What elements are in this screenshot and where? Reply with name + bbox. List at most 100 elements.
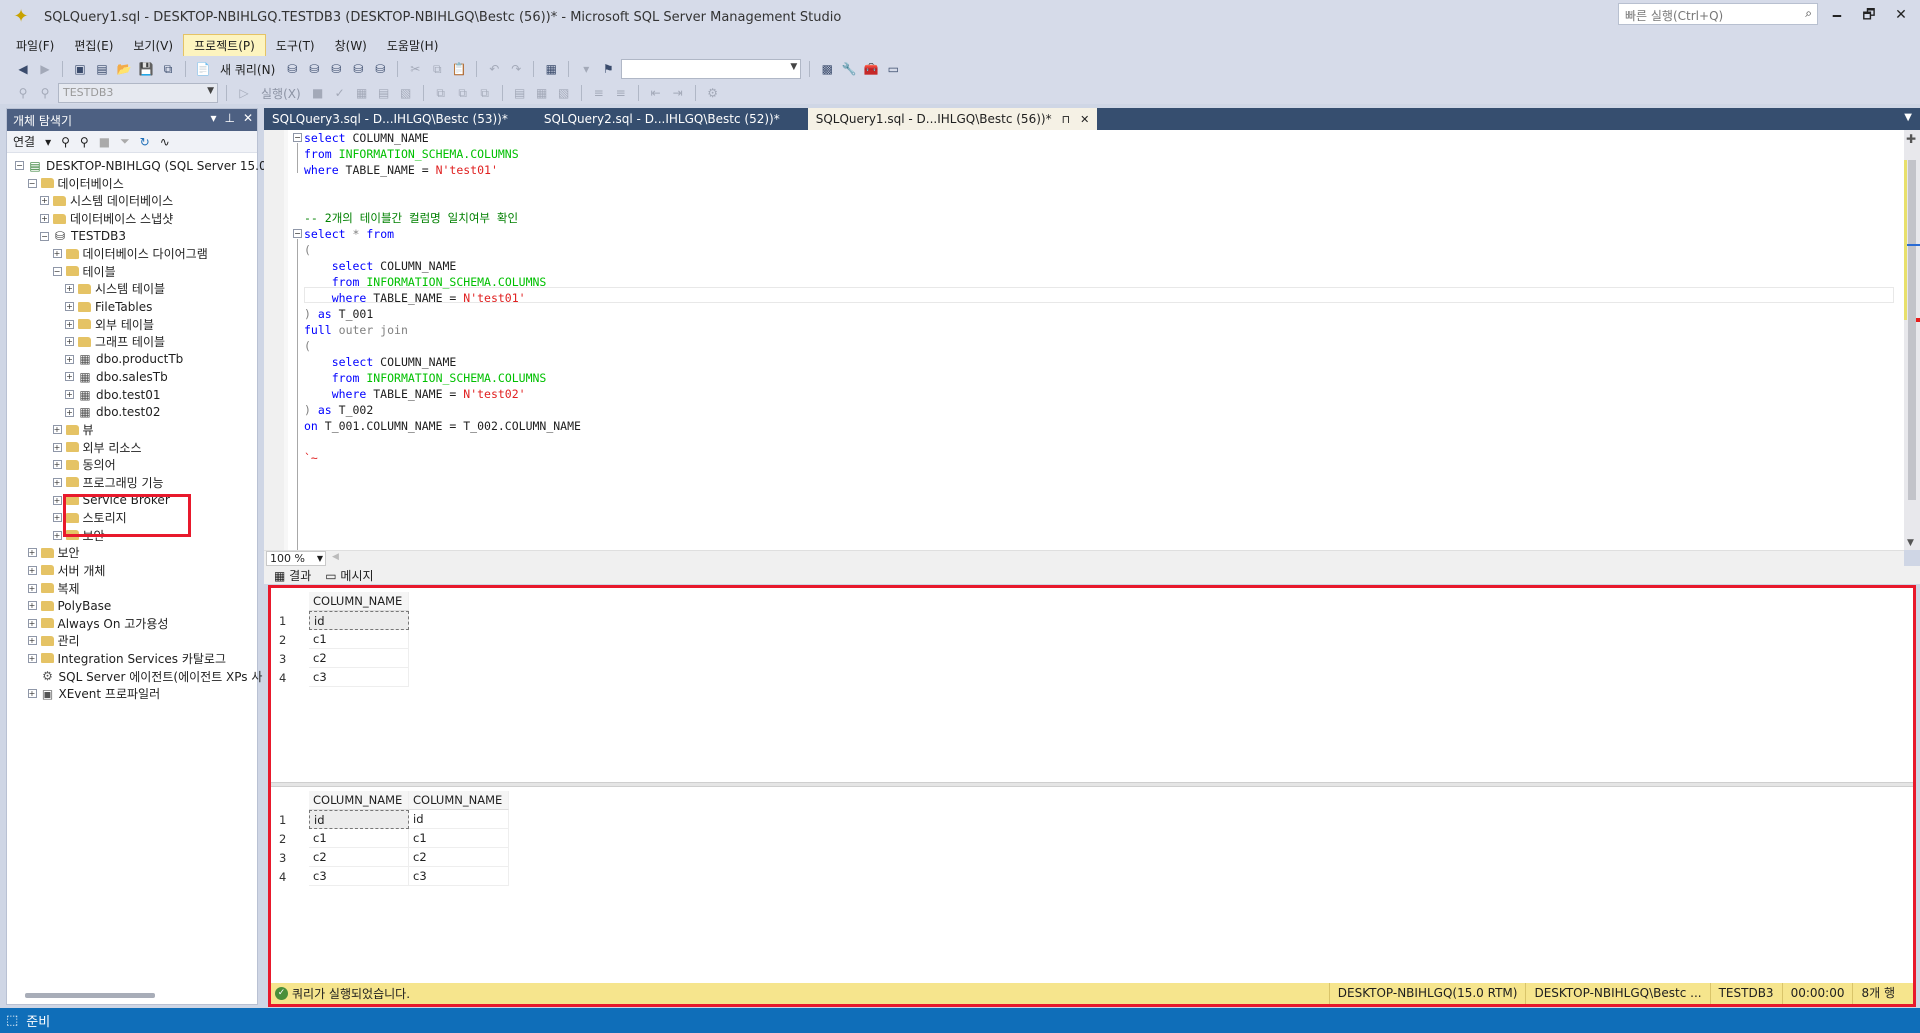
expand-icon[interactable]: + xyxy=(52,513,62,523)
intellisense-icon[interactable]: ⧉ xyxy=(432,84,450,102)
connect-object-explorer-icon[interactable]: ⚲ xyxy=(61,135,70,149)
execute-icon[interactable]: ▷ xyxy=(235,84,253,102)
tab-sqlquery2[interactable]: SQLQuery2.sql - D...IHLGQ\Bestc (52))* xyxy=(536,108,788,130)
quick-launch-input[interactable]: 빠른 실행(Ctrl+Q) ⌕ xyxy=(1618,3,1818,25)
collapse-icon[interactable]: − xyxy=(27,178,37,188)
scroll-up-icon[interactable]: ✚ xyxy=(1906,132,1916,146)
tree-node[interactable]: + 시스템 데이터베이스 xyxy=(7,192,257,210)
tree-node[interactable]: + ▣ XEvent 프로파일러 xyxy=(7,685,257,703)
grid-cell[interactable]: c1 xyxy=(309,630,409,649)
expand-icon[interactable]: + xyxy=(52,425,62,435)
find-combo[interactable]: ▼ xyxy=(621,59,802,79)
row-number[interactable]: 1 xyxy=(275,614,309,628)
grid-cell[interactable]: id xyxy=(309,611,409,630)
row-number[interactable]: 3 xyxy=(275,652,309,666)
expand-icon[interactable]: + xyxy=(65,337,74,347)
tree-node[interactable]: + PolyBase xyxy=(7,597,257,615)
pin-icon[interactable]: ⊓ xyxy=(1062,113,1071,126)
tab-results[interactable]: ▦ 결과 xyxy=(274,567,311,584)
paste-icon[interactable]: 📋 xyxy=(450,60,468,78)
xmla-query-icon[interactable]: ⛁ xyxy=(349,60,367,78)
activity-monitor-icon[interactable]: ▦ xyxy=(542,60,560,78)
row-number[interactable]: 4 xyxy=(275,870,309,884)
scroll-left-icon[interactable]: ◀ xyxy=(332,552,339,562)
dax-query-icon[interactable]: ⛁ xyxy=(371,60,389,78)
tree-node[interactable]: − ⛁ TESTDB3 xyxy=(7,227,257,245)
column-header[interactable]: COLUMN_NAME xyxy=(409,791,509,810)
query-designer-icon[interactable]: ▤ xyxy=(375,84,393,102)
minimize-button[interactable]: 🗕 xyxy=(1822,4,1852,26)
dmx-query-icon[interactable]: ⛁ xyxy=(327,60,345,78)
actual-plan-icon[interactable]: ⧉ xyxy=(454,84,472,102)
menu-edit[interactable]: 편집(E) xyxy=(64,35,123,56)
fold-toggle-icon[interactable]: − xyxy=(293,133,302,142)
sql-editor[interactable]: − − select COLUMN_NAME from INFORMATION_S… xyxy=(264,130,1904,577)
tree-node[interactable]: + 외부 리소스 xyxy=(7,439,257,457)
expand-icon[interactable]: + xyxy=(65,372,74,382)
grid-cell[interactable]: id xyxy=(409,810,509,829)
cancel-query-icon[interactable]: ■ xyxy=(309,84,327,102)
scroll-down-icon[interactable]: ▼ xyxy=(1907,538,1914,548)
menu-project[interactable]: 프로젝트(P) xyxy=(183,33,266,57)
tabs-dropdown-icon[interactable]: ▼ xyxy=(1904,112,1912,123)
open-file-icon[interactable]: 📂 xyxy=(115,60,133,78)
horizontal-scrollbar[interactable] xyxy=(25,993,155,998)
tree-node[interactable]: + 복제 xyxy=(7,579,257,597)
forward-icon[interactable]: ▶ xyxy=(36,60,54,78)
menu-help[interactable]: 도움말(H) xyxy=(377,35,449,56)
tree-node[interactable]: + 그래프 테이블 xyxy=(7,333,257,351)
tree-node[interactable]: + Always On 고가용성 xyxy=(7,614,257,632)
tree-node[interactable]: + 보안 xyxy=(7,544,257,562)
disconnect-icon[interactable]: ⚲ xyxy=(80,135,89,149)
table-row[interactable]: 1 id id xyxy=(275,810,509,829)
grid-cell[interactable]: id xyxy=(309,810,409,829)
expand-icon[interactable]: + xyxy=(40,214,49,224)
expand-icon[interactable]: + xyxy=(40,196,49,206)
expand-icon[interactable]: + xyxy=(27,618,37,628)
tree-node[interactable]: + ▦ dbo.test02 xyxy=(7,403,257,421)
table-row[interactable]: 2 c1 xyxy=(275,630,409,649)
template-explorer-icon[interactable]: ▩ xyxy=(818,60,836,78)
cut-icon[interactable]: ✂ xyxy=(406,60,424,78)
scrollbar-thumb[interactable] xyxy=(1908,160,1916,500)
grid-splitter[interactable] xyxy=(271,782,1913,787)
expand-icon[interactable]: + xyxy=(52,477,62,487)
comment-icon[interactable]: ≡ xyxy=(590,84,608,102)
grid-cell[interactable]: c2 xyxy=(309,649,409,668)
connect-button[interactable]: 연결 xyxy=(13,133,35,150)
panel-dropdown-icon[interactable]: ▾ xyxy=(210,111,216,125)
back-icon[interactable]: ◀ xyxy=(14,60,32,78)
pin-icon[interactable]: ⊥ xyxy=(224,111,234,125)
tree-node[interactable]: + ▦ dbo.salesTb xyxy=(7,368,257,386)
expand-icon[interactable]: + xyxy=(65,302,74,312)
expand-icon[interactable]: + xyxy=(52,530,62,540)
close-tab-icon[interactable]: ✕ xyxy=(1080,113,1089,126)
mdx-query-icon[interactable]: ⛁ xyxy=(305,60,323,78)
tree-node[interactable]: + 관리 xyxy=(7,632,257,650)
expand-icon[interactable]: + xyxy=(52,442,62,452)
copy-icon[interactable]: ⧉ xyxy=(428,60,446,78)
specify-template-values-icon[interactable]: ⚙ xyxy=(704,84,722,102)
tree-node[interactable]: + 뷰 xyxy=(7,421,257,439)
filter-icon[interactable]: ⏷ xyxy=(120,134,130,149)
zoom-selector[interactable]: 100 % ▼ xyxy=(266,551,326,566)
expand-icon[interactable]: + xyxy=(27,689,37,699)
new-item-icon[interactable]: ▤ xyxy=(93,60,111,78)
activity-icon[interactable]: ∿ xyxy=(160,135,170,149)
expand-icon[interactable]: + xyxy=(52,249,62,259)
results-to-grid-icon[interactable]: ▦ xyxy=(533,84,551,102)
collapse-icon[interactable]: − xyxy=(40,231,49,241)
table-row[interactable]: 3 c2 xyxy=(275,649,409,668)
database-selector[interactable]: TESTDB3 ▼ xyxy=(58,83,218,103)
fold-toggle-icon[interactable]: − xyxy=(293,229,302,238)
redo-icon[interactable]: ↷ xyxy=(507,60,525,78)
estimated-plan-icon[interactable]: ▦ xyxy=(353,84,371,102)
properties-icon[interactable]: 🔧 xyxy=(840,60,858,78)
new-query-button[interactable]: 새 쿼리(N) xyxy=(220,61,275,78)
stop-icon[interactable]: ■ xyxy=(99,135,110,149)
grid-cell[interactable]: c3 xyxy=(309,867,409,886)
find-icon[interactable]: ⚑ xyxy=(599,60,617,78)
expand-icon[interactable]: + xyxy=(27,601,37,611)
expand-icon[interactable]: + xyxy=(27,583,37,593)
result-grid-1[interactable]: COLUMN_NAME 1 id 2 c1 3 c2 4 c3 xyxy=(275,592,409,687)
